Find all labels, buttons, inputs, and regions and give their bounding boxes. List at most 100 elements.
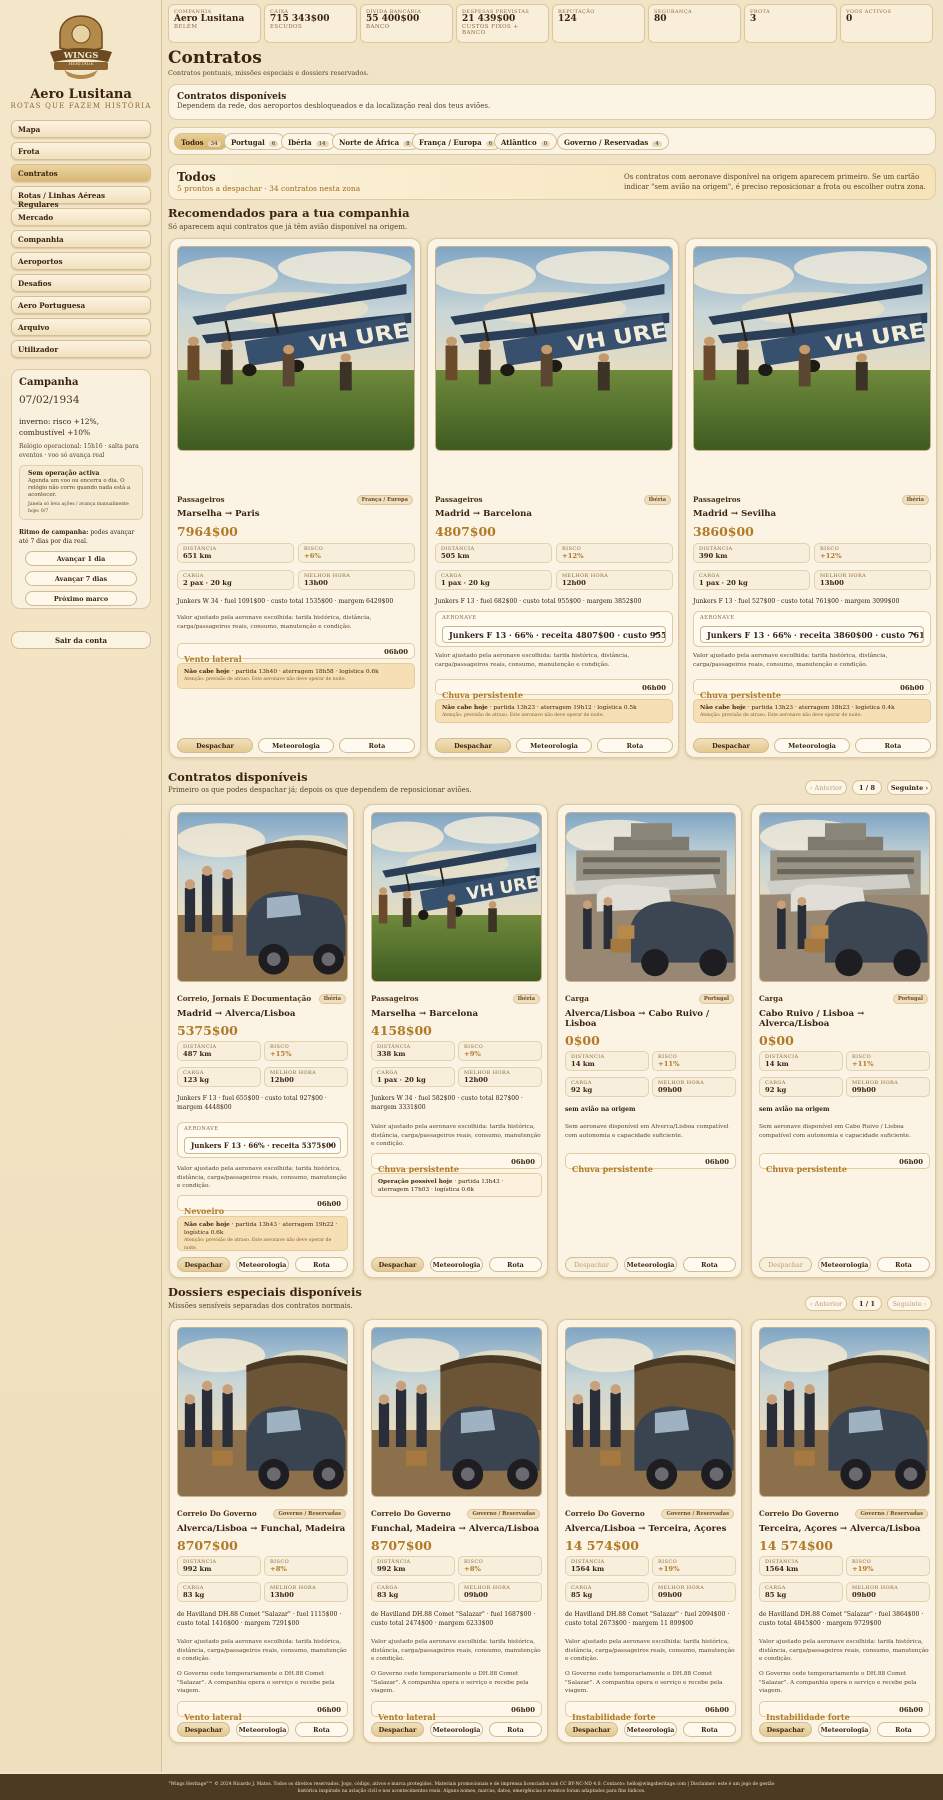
route-button[interactable]: Rota [877,1722,930,1737]
dispatch-button[interactable]: Despachar [565,1722,618,1737]
next-milestone-button[interactable]: Próximo marco [25,591,137,606]
chip-count: 0 [540,141,551,147]
adjusted-value-note: Valor ajustado pela aeronave escolhida: … [371,1639,541,1662]
dispatch-button[interactable]: Despachar [565,1257,618,1272]
meteo-button[interactable]: Meteorologia [430,1722,483,1737]
adjusted-value-note: Valor ajustado pela aeronave escolhida: … [177,1639,347,1662]
meteo-button[interactable]: Meteorologia [236,1257,289,1272]
metric-value: 09h00 [464,1591,488,1599]
sidebar-item-frota[interactable]: Frota [11,142,151,160]
weather-time: 06h00 [511,1158,535,1166]
dispatch-button[interactable]: Despachar [177,1257,230,1272]
recommended-card: Passageiros Ibéria Madrid → Barcelona 48… [427,238,679,758]
distance-box: DISTÂNCIA 651 km [177,543,294,563]
dispatch-button[interactable]: Despachar [177,1722,230,1737]
filter-chip-norte-africa[interactable]: Norte de África 8 [332,133,420,150]
weather-box: Instabilidade forte 06h00 [759,1701,930,1722]
airport-cargo-photo [759,812,930,982]
contracts-next-button[interactable]: Seguinte › [887,780,932,795]
best-hour-box: MELHOR HORA 12h00 [458,1067,542,1087]
sidebar-item-arquivo[interactable]: Arquivo [11,318,151,336]
metric-value: 487 km [183,1050,212,1058]
dossiers-next-button[interactable]: Seguinte › [887,1296,932,1311]
chip-count: 6 [268,141,279,147]
meteo-button[interactable]: Meteorologia [430,1257,483,1272]
sidebar-item-companhia[interactable]: Companhia [11,230,151,248]
route-button[interactable]: Rota [683,1257,736,1272]
dispatch-button[interactable]: Despachar [693,738,769,753]
route-button[interactable]: Rota [489,1722,542,1737]
metric-value: +19% [852,1565,874,1573]
route-button[interactable]: Rota [877,1257,930,1272]
best-hour-box: MELHOR HORA 13h00 [298,570,415,590]
contract-route: Marselha → Paris [177,509,260,519]
sidebar-item-mercado[interactable]: Mercado [11,208,151,226]
filter-chip-portugal[interactable]: Portugal 6 [224,133,286,150]
meteo-button[interactable]: Meteorologia [624,1722,677,1737]
logout-button[interactable]: Sair da conta [11,631,151,649]
stat-debt: DÍVIDA BANCÁRIA 55 400$00 BANCO [360,4,453,43]
no-plane-note: Sem aeronave disponível em Cabo Ruivo / … [759,1124,911,1139]
dispatch-button[interactable]: Despachar [435,738,511,753]
sidebar-item-desafios[interactable]: Desafios [11,274,151,292]
aircraft-select[interactable]: Junkers F 13 · 66% · receita 4807$00 · c… [442,626,666,643]
meteo-button[interactable]: Meteorologia [258,738,334,753]
meteo-button[interactable]: Meteorologia [818,1722,871,1737]
region-badge: Ibéria [318,994,346,1004]
route-button[interactable]: Rota [295,1722,348,1737]
fit-status-box: Operação possível hoje · partida 13h43 ·… [371,1173,542,1197]
aircraft-label: AERONAVE [442,615,477,621]
dispatch-button[interactable]: Despachar [371,1722,424,1737]
filter-chip-franca-europa[interactable]: França / Europa 6 [412,133,503,150]
route-button[interactable]: Rota [295,1257,348,1272]
filter-chip-governo[interactable]: Governo / Reservadas 4 [557,133,669,150]
dispatch-button[interactable]: Despachar [759,1257,812,1272]
metric-value: 1 pax · 20 kg [699,579,748,587]
sidebar-item-aeroportos[interactable]: Aeroportos [11,252,151,270]
filter-chip-iberia[interactable]: Ibéria 14 [281,133,336,150]
fit-warning: Atenção: previsão de atraso. Este aerona… [184,1238,332,1251]
route-button[interactable]: Rota [597,738,673,753]
meteo-button[interactable]: Meteorologia [516,738,592,753]
aircraft-select[interactable]: Junkers F 13 · 66% · receita 5375$00 [184,1137,341,1154]
cargo-box: CARGA 83 kg [177,1582,261,1602]
sidebar-item-utilizador[interactable]: Utilizador [11,340,151,358]
stat-value: 715 343$00 [270,14,330,24]
meteo-button[interactable]: Meteorologia [818,1257,871,1272]
aircraft-cost-line: Junkers W 34 · fuel 582$00 · custo total… [371,1095,523,1111]
distance-box: DISTÂNCIA 1564 km [565,1556,649,1576]
aircraft-cost-line: de Havilland DH.88 Comet "Salazar" · fue… [177,1611,342,1627]
metric-value: +15% [270,1050,292,1058]
dispatch-button[interactable]: Despachar [371,1257,424,1272]
route-button[interactable]: Rota [855,738,931,753]
meteo-button[interactable]: Meteorologia [236,1722,289,1737]
sidebar-item-rotas[interactable]: Rotas / Linhas Aéreas Regulares [11,186,151,209]
contracts-title: Contratos disponíveis [168,770,308,784]
dossiers-prev-button[interactable]: ‹ Anterior [805,1296,847,1311]
cargo-box: CARGA 1 pax · 20 kg [693,570,810,590]
risk-box: RISCO +11% [652,1051,736,1071]
meteo-button[interactable]: Meteorologia [624,1257,677,1272]
advance-7-days-button[interactable]: Avançar 7 dias [25,571,137,586]
contract-price: 8707$00 [371,1538,432,1553]
route-button[interactable]: Rota [489,1257,542,1272]
chip-label: Ibéria [288,138,312,147]
advance-1-day-button[interactable]: Avançar 1 dia [25,551,137,566]
contract-price: 14 574$00 [759,1538,833,1553]
dispatch-button[interactable]: Despachar [759,1722,812,1737]
contracts-prev-button[interactable]: ‹ Anterior [805,780,847,795]
sidebar-item-aero-portuguesa[interactable]: Aero Portuguesa [11,296,151,314]
meteo-button[interactable]: Meteorologia [774,738,850,753]
dispatch-button[interactable]: Despachar [177,738,253,753]
filter-chip-atlantico[interactable]: Atlântico 0 [494,133,558,150]
dossiers-title: Dossiers especiais disponíveis [168,1285,362,1299]
aircraft-cost-line: Junkers W 34 · fuel 1091$00 · custo tota… [177,598,394,605]
aircraft-select[interactable]: Junkers F 13 · 66% · receita 3860$00 · c… [700,626,924,643]
sidebar-item-contratos[interactable]: Contratos [11,164,151,182]
sidebar-item-mapa[interactable]: Mapa [11,120,151,138]
logo-text: WINGS [63,51,99,61]
route-button[interactable]: Rota [683,1722,736,1737]
metric-value: 12h00 [562,579,586,587]
route-button[interactable]: Rota [339,738,415,753]
filter-chip-todos[interactable]: Todos 34 [174,133,228,150]
